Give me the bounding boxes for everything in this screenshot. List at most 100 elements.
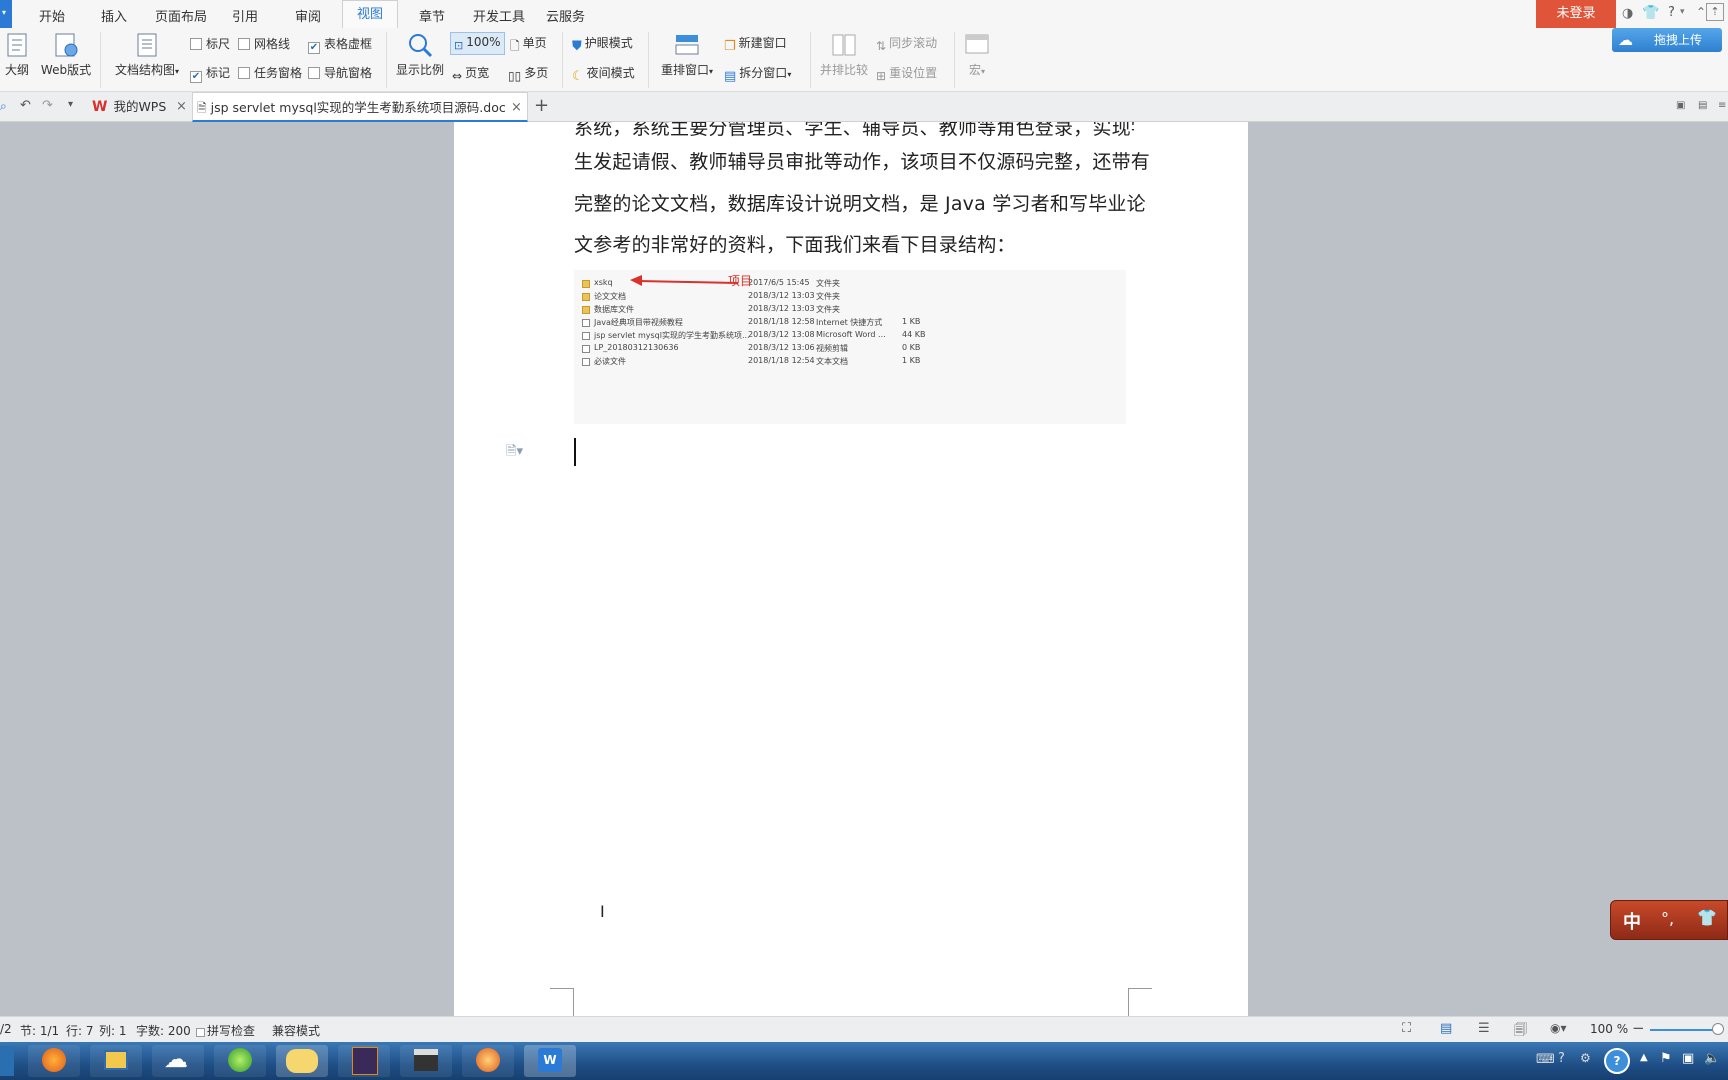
close-icon[interactable]: × — [511, 93, 522, 123]
taskbar-app-wps[interactable]: W — [524, 1045, 576, 1077]
ime-settings-icon[interactable]: ⚙ — [1580, 1051, 1591, 1065]
close-icon[interactable]: × — [176, 92, 187, 122]
status-section: 节: 1/1 — [20, 1024, 60, 1038]
doc-list-icon[interactable]: ≡ — [1718, 100, 1726, 111]
zoom-ratio-button[interactable]: 显示比例 — [394, 32, 446, 78]
outline-view-icon[interactable]: ☰ — [1478, 1021, 1490, 1036]
tray-expand-icon[interactable]: ▲ — [1640, 1052, 1648, 1063]
tab-my-wps[interactable]: W 我的WPS × — [92, 92, 190, 122]
night-mode-button[interactable]: ☾ 夜间模式 — [572, 64, 635, 84]
macro-button[interactable]: 宏▾ — [962, 32, 992, 78]
side-by-side-button[interactable]: 并排比较 — [818, 32, 870, 78]
new-window-button[interactable]: ❐ 新建窗口 — [724, 34, 787, 54]
taskbar-app-explorer[interactable] — [90, 1045, 142, 1077]
zoom-100-button[interactable]: ⊡ 100% — [450, 32, 505, 55]
shirt-icon[interactable]: 👕 — [1642, 5, 1659, 21]
login-button[interactable]: 未登录 — [1536, 0, 1616, 28]
fullscreen-icon[interactable]: ⛶ — [1402, 1021, 1411, 1036]
embedded-screenshot[interactable]: xskq 2017/6/5 15:45 文件夹 论文文档 2018/3/12 13:03… — [574, 270, 1126, 424]
upload-button[interactable]: ☁ 拖拽上传 — [1612, 28, 1722, 52]
ime-toolbar[interactable]: 中 °, 👕 — [1610, 900, 1728, 940]
marks-checkbox[interactable]: ✔ 标记 — [190, 64, 230, 83]
gridlines-checkbox[interactable]: 网格线 — [238, 35, 290, 52]
tab-page-layout[interactable]: 页面布局 — [155, 6, 207, 25]
paste-options-icon[interactable]: 🗎▾ — [506, 442, 523, 464]
taskbar-app-baidu-cloud[interactable]: ☁ — [152, 1045, 204, 1077]
network-icon[interactable]: ▣ — [1682, 1051, 1694, 1066]
taskbar-app-java-ee-ide[interactable] — [338, 1045, 390, 1077]
flag-icon[interactable]: ⚑ — [1660, 1051, 1672, 1066]
ime-help-icon[interactable]: ? — [1558, 1051, 1565, 1066]
skin-icon[interactable]: ◑ — [1622, 6, 1633, 21]
spell-check-toggle[interactable]: 拼写检查 — [196, 1022, 255, 1039]
nav-pane-checkbox[interactable]: 导航窗格 — [308, 64, 372, 81]
document-page[interactable]: 系统，系统主要分管理员、学生、辅导员、教师等角色登录，实现学 生发起请假、教师辅… — [454, 122, 1248, 1016]
web-view-icon[interactable]: 🗐 — [1514, 1021, 1527, 1043]
taskbar-app-wechat[interactable] — [276, 1045, 328, 1077]
single-page-button[interactable]: 🗋 单页 — [510, 34, 547, 58]
moon-icon: ☾ — [572, 69, 584, 84]
tab-document[interactable]: 🗎 jsp servlet mysql实现的学生考勤系统项目源码.doc × — [192, 92, 528, 122]
redo-icon[interactable]: ↷ — [42, 98, 53, 113]
doc-structure-label: 文档结构图 — [114, 63, 175, 77]
doc-menu-icon[interactable]: ▤ — [1698, 100, 1707, 111]
tab-developer[interactable]: 开发工具 — [473, 6, 525, 25]
volume-icon[interactable]: 🔈 — [1704, 1051, 1720, 1066]
sync-scroll-button[interactable]: ⇅ 同步滚动 — [876, 34, 937, 53]
document-workspace[interactable]: 系统，系统主要分管理员、学生、辅导员、教师等角色登录，实现学 生发起请假、教师辅… — [0, 122, 1728, 1016]
multi-page-button[interactable]: ▯▯ 多页 — [508, 64, 548, 83]
java-ee-icon — [352, 1047, 378, 1075]
restore-window-icon[interactable]: ⇡ — [1706, 3, 1724, 21]
web-layout-button[interactable]: Web版式 — [38, 32, 94, 78]
chevron-down-icon[interactable]: ▾ — [68, 99, 73, 110]
eye-mode-button[interactable]: ⛊ 护眼模式 — [572, 34, 633, 54]
taskbar-app-recorder[interactable] — [462, 1045, 514, 1077]
file-name: xskq — [594, 278, 613, 287]
start-button[interactable] — [0, 1046, 14, 1076]
page-width-button[interactable]: ⇔ 页宽 — [452, 64, 489, 83]
taskbar-app-firefox[interactable] — [28, 1045, 80, 1077]
doc-action-icon[interactable]: ▣ — [1676, 100, 1685, 111]
tab-references[interactable]: 引用 — [232, 6, 258, 25]
page-view-icon[interactable]: ▤ — [1440, 1021, 1452, 1036]
taskbar-app-video[interactable] — [400, 1045, 452, 1077]
split-window-button[interactable]: ▤ 拆分窗口▾ — [724, 64, 791, 84]
file-row: jsp servlet mysql实现的学生考勤系统项... 2018/3/12 … — [582, 330, 1122, 343]
tab-insert[interactable]: 插入 — [101, 6, 127, 25]
minimize-ribbon-icon[interactable]: ⌃ — [1696, 5, 1706, 19]
folder-icon — [582, 280, 590, 288]
keyboard-icon[interactable]: ⌨ — [1536, 1052, 1555, 1067]
tab-home[interactable]: 开始 — [39, 6, 65, 25]
outline-button[interactable]: 大纲 — [4, 32, 30, 78]
help-circle-icon[interactable]: ? — [1604, 1048, 1630, 1074]
table-border-checkbox[interactable]: ✔ 表格虚框 — [308, 35, 372, 54]
tab-cloud[interactable]: 云服务 — [546, 6, 585, 25]
zoom-out-icon[interactable]: − — [1632, 1019, 1645, 1037]
status-word-count[interactable]: 字数: 200 — [136, 1022, 191, 1039]
arrange-window-button[interactable]: 重排窗口▾ — [656, 32, 718, 78]
tab-review[interactable]: 审阅 — [295, 6, 321, 25]
ribbon-separator — [810, 32, 811, 88]
status-row: 行: 7 — [66, 1024, 94, 1038]
arrange-window-label: 重排窗口 — [660, 63, 709, 77]
zoom-level[interactable]: 100 % — [1590, 1022, 1628, 1036]
file-type: 文件夹 — [816, 292, 840, 301]
reset-position-button[interactable]: ⊞ 重设位置 — [876, 64, 937, 83]
recorder-icon — [476, 1048, 500, 1072]
zoom-slider-thumb[interactable] — [1712, 1023, 1724, 1035]
task-pane-checkbox[interactable]: 任务窗格 — [238, 64, 302, 81]
zoom-slider[interactable] — [1650, 1029, 1720, 1031]
app-menu-button[interactable]: ▾ — [0, 0, 12, 28]
tab-view[interactable]: 视图 — [342, 0, 399, 28]
undo-icon[interactable]: ↶ — [20, 98, 31, 113]
chevron-down-icon[interactable]: ▾ — [1680, 7, 1685, 17]
find-icon[interactable]: ⌕ — [0, 99, 7, 114]
help-icon[interactable]: ? — [1668, 5, 1675, 20]
ribbon-separator — [648, 32, 649, 88]
tab-chapter[interactable]: 章节 — [419, 6, 445, 25]
new-tab-icon[interactable]: + — [534, 95, 549, 116]
eye-protect-icon[interactable]: ◉▾ — [1550, 1021, 1567, 1035]
ruler-checkbox[interactable]: 标尺 — [190, 35, 230, 52]
taskbar-app-browser[interactable] — [214, 1045, 266, 1077]
doc-structure-button[interactable]: 文档结构图▾ — [110, 32, 184, 78]
